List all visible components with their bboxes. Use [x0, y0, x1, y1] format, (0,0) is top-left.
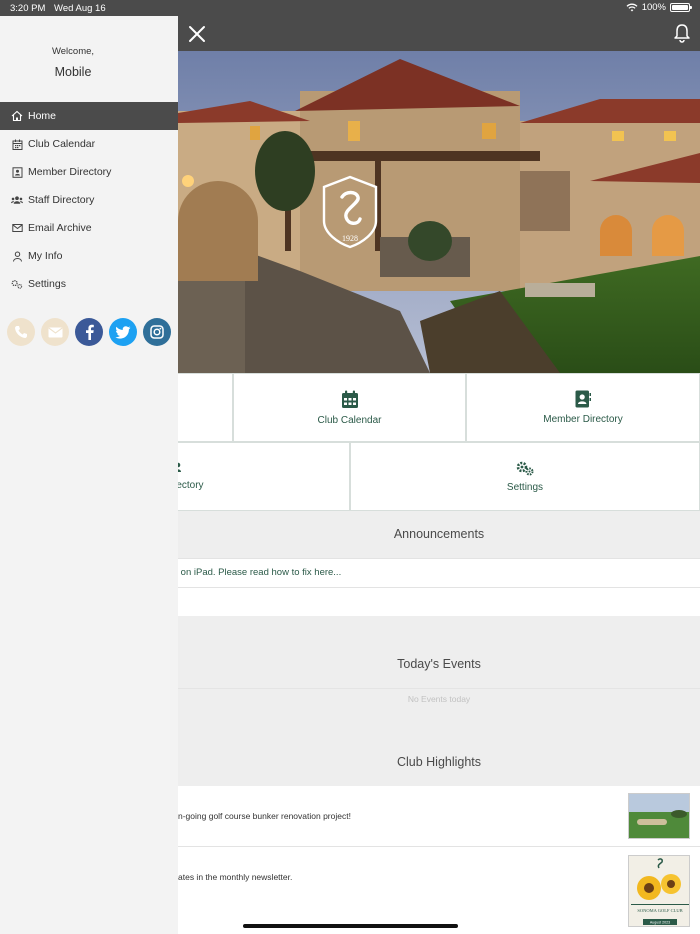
battery-icon: [670, 3, 692, 12]
events-heading: Today's Events: [178, 616, 700, 688]
twitter-button[interactable]: [109, 318, 137, 346]
menu-item-settings[interactable]: Settings: [0, 270, 178, 298]
tile-label: Member Directory: [543, 414, 623, 425]
drawer-menu: Home Club Calendar Member Directory Staf…: [0, 102, 178, 298]
highlight-item[interactable]: n-going golf course bunker renovation pr…: [178, 786, 700, 847]
gears-icon: [11, 278, 23, 290]
users-icon: [11, 194, 23, 206]
announcement-item[interactable]: ns on iPad. Please read how to fix here.…: [168, 558, 700, 588]
phone-button[interactable]: [7, 318, 35, 346]
no-events-text: No Events today: [178, 688, 700, 710]
menu-item-staff-directory[interactable]: Staff Directory: [0, 186, 178, 214]
menu-item-club-calendar[interactable]: Club Calendar: [0, 130, 178, 158]
highlight-thumbnail: [628, 793, 690, 839]
menu-item-home[interactable]: Home: [0, 102, 178, 130]
menu-label: Club Calendar: [28, 138, 96, 150]
facebook-icon: [85, 324, 94, 340]
announcement-text: ns on iPad. Please read how to fix here.…: [168, 567, 342, 578]
menu-item-email-archive[interactable]: Email Archive: [0, 214, 178, 242]
close-icon[interactable]: [186, 23, 208, 45]
menu-label: Staff Directory: [28, 194, 95, 206]
status-time: 3:20 PM: [10, 3, 46, 14]
email-button[interactable]: [41, 318, 69, 346]
phone-icon: [15, 326, 27, 338]
side-drawer: Welcome, Mobile Home Club Calendar Membe…: [0, 16, 178, 934]
menu-label: Email Archive: [28, 222, 92, 234]
menu-label: Settings: [28, 278, 66, 290]
mail-icon: [11, 222, 23, 234]
gears-icon: [516, 461, 534, 475]
logo-year: 1928: [342, 234, 358, 243]
menu-item-my-info[interactable]: My Info: [0, 242, 178, 270]
menu-label: Home: [28, 110, 57, 122]
highlights-heading: Club Highlights: [178, 710, 700, 786]
calendar-icon: [341, 390, 358, 408]
menu-label: Member Directory: [28, 166, 112, 178]
contact-card-icon: [11, 166, 23, 178]
tile-member-directory[interactable]: Member Directory: [466, 373, 700, 442]
contact-card-icon: [575, 390, 591, 408]
bell-icon[interactable]: [672, 22, 692, 44]
home-indicator: [243, 924, 458, 928]
instagram-icon: [150, 325, 164, 339]
instagram-button[interactable]: [143, 318, 171, 346]
battery-percent: 100%: [641, 2, 666, 13]
social-links: [7, 318, 171, 346]
facebook-button[interactable]: [75, 318, 103, 346]
highlight-text: n-going golf course bunker renovation pr…: [178, 811, 351, 821]
tile-label: Settings: [506, 481, 544, 493]
welcome-text: Welcome,: [51, 46, 95, 57]
highlight-text: ates in the monthly newsletter.: [178, 872, 293, 882]
status-bar: 3:20 PM Wed Aug 16 100%: [0, 0, 700, 16]
newsletter-date: August 2023: [650, 921, 670, 925]
announcement-spacer: [178, 588, 700, 616]
user-icon: [11, 250, 23, 262]
tile-settings[interactable]: Settings: [350, 442, 700, 511]
menu-item-member-directory[interactable]: Member Directory: [0, 158, 178, 186]
welcome-block: Welcome, Mobile: [0, 46, 146, 79]
highlight-item[interactable]: ates in the monthly newsletter. SONOMA G…: [178, 847, 700, 934]
announcements-heading: Announcements: [178, 511, 700, 558]
mail-icon: [47, 327, 63, 337]
newsletter-thumbnail: SONOMA GOLF CLUB August 2023: [628, 855, 690, 927]
menu-label: My Info: [28, 250, 63, 262]
status-date: Wed Aug 16: [54, 3, 106, 14]
user-name: Mobile: [54, 65, 92, 79]
wifi-icon: [626, 3, 638, 12]
calendar-icon: [11, 138, 23, 150]
tile-label: Club Calendar: [317, 414, 382, 426]
home-icon: [11, 110, 23, 122]
newsletter-title: SONOMA GOLF CLUB: [637, 908, 682, 913]
tile-club-calendar[interactable]: Club Calendar: [233, 373, 466, 442]
twitter-icon: [115, 325, 131, 339]
